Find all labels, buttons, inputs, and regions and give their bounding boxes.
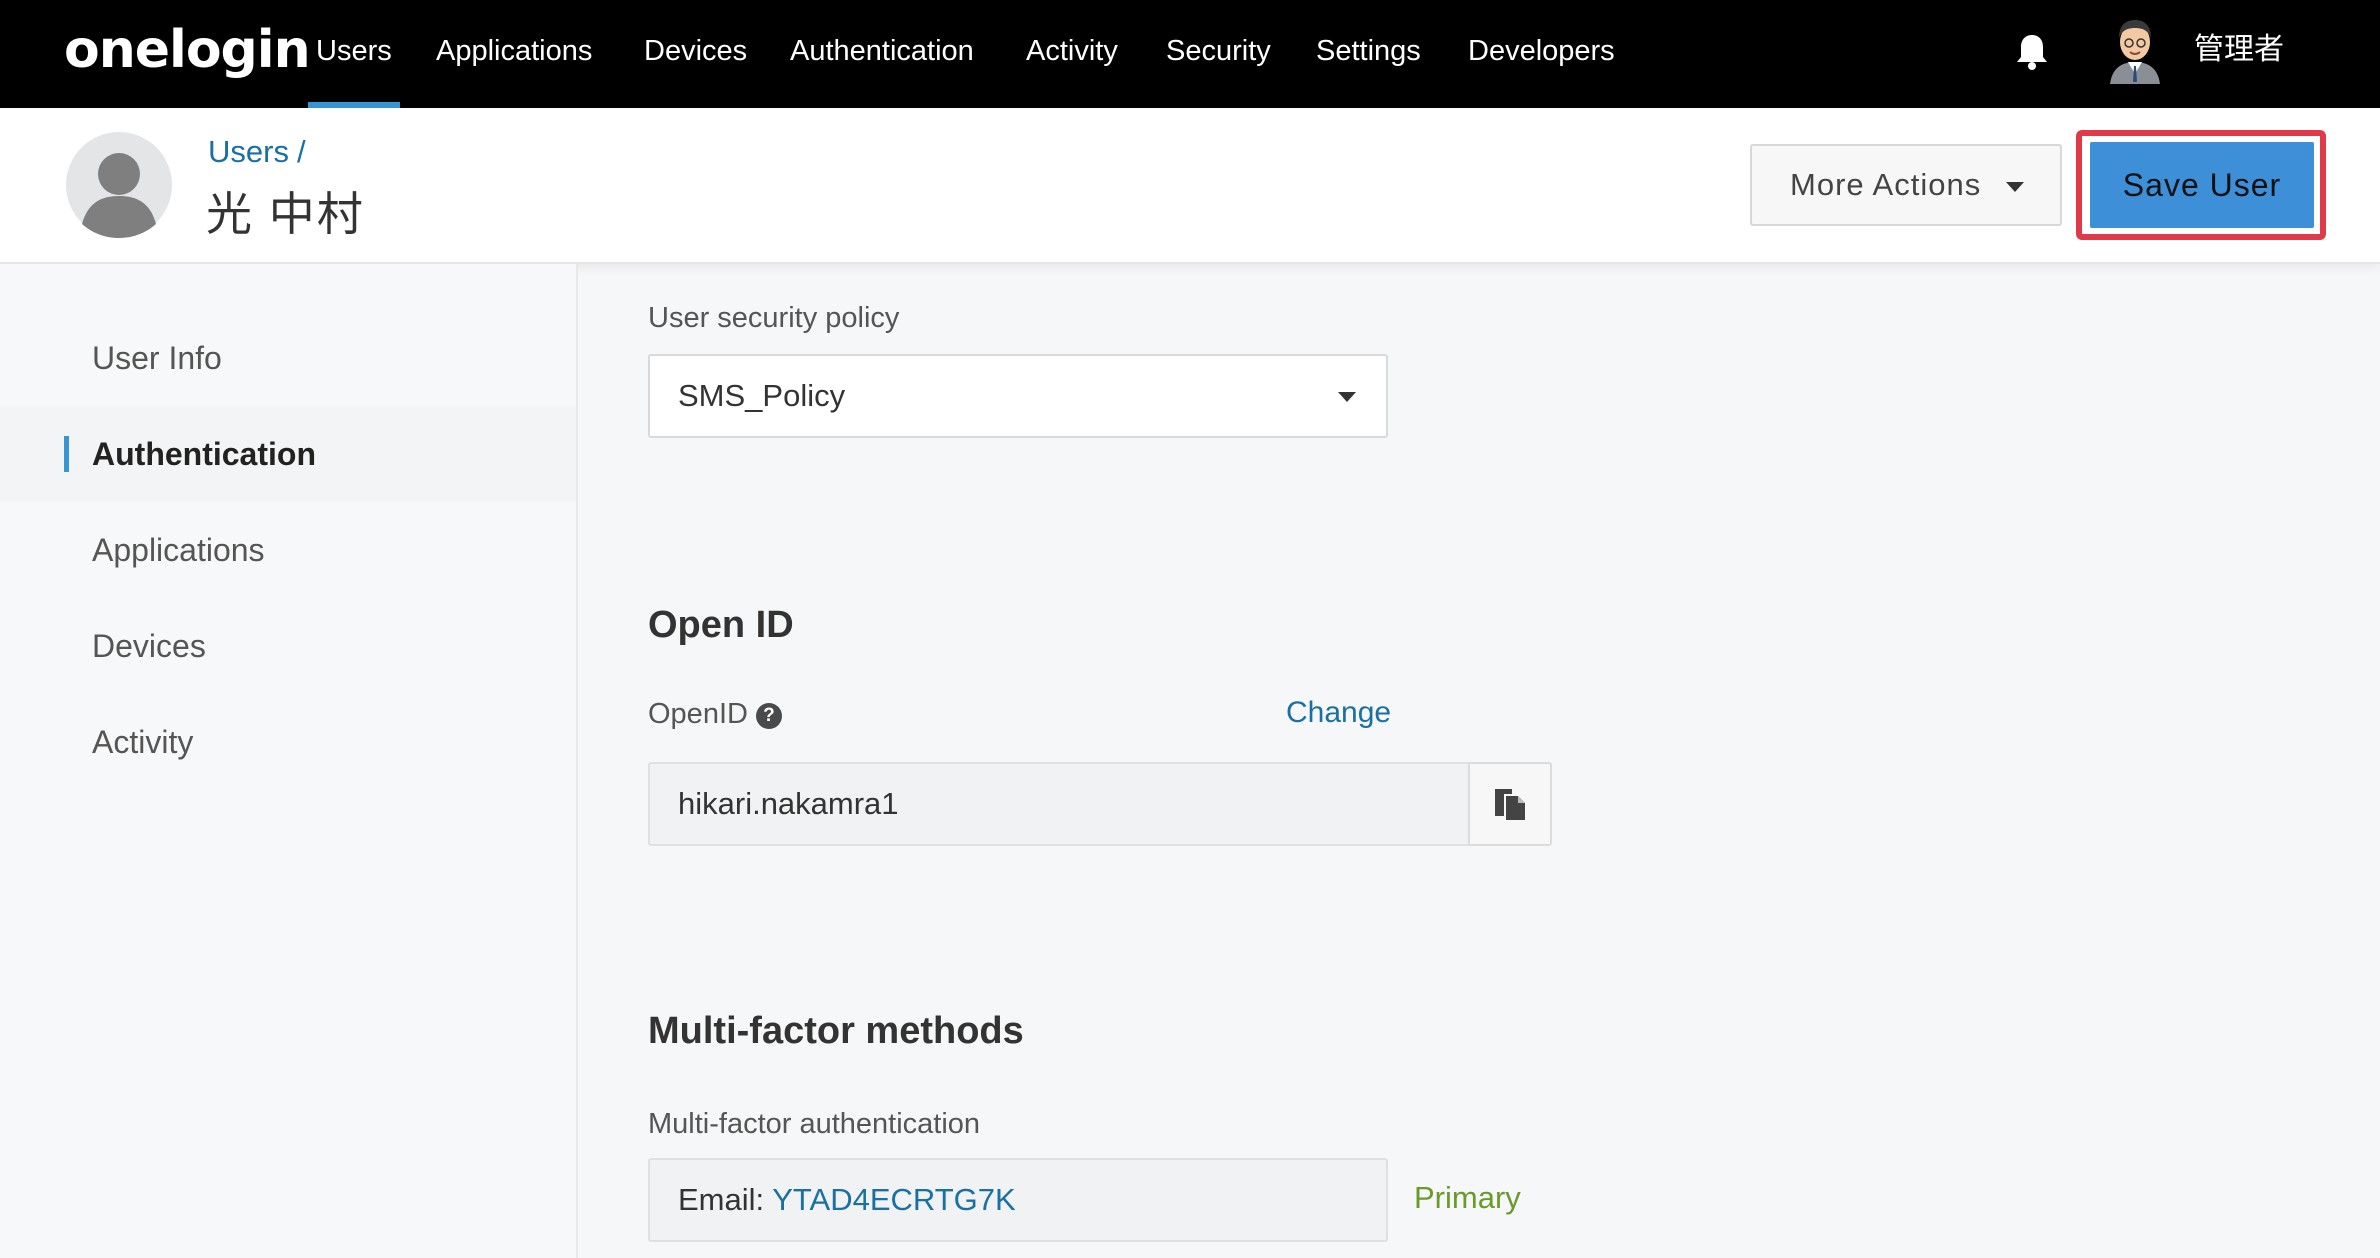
breadcrumb-users-link[interactable]: Users xyxy=(208,134,289,169)
mfa-method-prefix: Email: xyxy=(678,1182,765,1217)
security-policy-value: SMS_Policy xyxy=(678,378,846,413)
mfa-method-value[interactable]: YTAD4ECRTG7K xyxy=(772,1182,1015,1217)
copy-icon xyxy=(1495,789,1525,820)
sidebar-item-authentication[interactable]: Authentication xyxy=(0,406,576,502)
onelogin-logo[interactable]: onelogin xyxy=(64,20,311,80)
sidebar-item-applications[interactable]: Applications xyxy=(0,502,576,598)
nav-activity[interactable]: Activity xyxy=(1026,0,1118,108)
breadcrumb: Users / xyxy=(208,134,306,170)
nav-authentication[interactable]: Authentication xyxy=(790,0,974,108)
security-policy-label: User security policy xyxy=(648,302,900,334)
breadcrumb-separator: / xyxy=(296,134,306,169)
top-nav: onelogin Users Applications Devices Auth… xyxy=(0,0,2380,108)
user-avatar-icon xyxy=(66,132,172,238)
more-actions-label: More Actions xyxy=(1790,167,1982,202)
nav-users[interactable]: Users xyxy=(308,0,400,108)
change-openid-link[interactable]: Change xyxy=(1286,696,1391,730)
chevron-down-icon xyxy=(1338,392,1356,402)
sidebar: User Info Authentication Applications De… xyxy=(0,264,578,1258)
openid-label-text: OpenID xyxy=(648,698,748,730)
nav-settings[interactable]: Settings xyxy=(1316,0,1421,108)
user-header: Users / 光 中村 More Actions Save User xyxy=(0,108,2380,264)
bell-icon[interactable] xyxy=(2014,32,2050,72)
sidebar-item-devices[interactable]: Devices xyxy=(0,598,576,694)
chevron-down-icon xyxy=(2006,182,2024,192)
sidebar-item-activity[interactable]: Activity xyxy=(0,694,576,790)
security-policy-select[interactable]: SMS_Policy xyxy=(648,354,1388,438)
mfa-section-title: Multi-factor methods xyxy=(648,1010,1024,1052)
admin-avatar[interactable] xyxy=(2104,16,2166,84)
nav-security[interactable]: Security xyxy=(1166,0,1271,108)
mfa-primary-status: Primary xyxy=(1414,1180,1521,1215)
save-user-button[interactable]: Save User xyxy=(2090,142,2314,228)
sidebar-item-user-info[interactable]: User Info xyxy=(0,310,576,406)
more-actions-button[interactable]: More Actions xyxy=(1750,144,2062,226)
admin-name[interactable]: 管理者 xyxy=(2194,0,2284,100)
nav-applications[interactable]: Applications xyxy=(436,0,592,108)
page-title: 光 中村 xyxy=(206,188,365,240)
help-icon[interactable]: ? xyxy=(755,703,782,729)
nav-developers[interactable]: Developers xyxy=(1468,0,1615,108)
copy-button[interactable] xyxy=(1468,762,1552,846)
nav-devices[interactable]: Devices xyxy=(644,0,747,108)
mfa-method-field[interactable]: Email: YTAD4ECRTG7K xyxy=(648,1158,1388,1242)
mfa-label: Multi-factor authentication xyxy=(648,1108,981,1140)
openid-field[interactable]: hikari.nakamra1 xyxy=(648,762,1470,846)
open-id-section-title: Open ID xyxy=(648,604,794,646)
openid-label: OpenID? xyxy=(648,698,782,731)
